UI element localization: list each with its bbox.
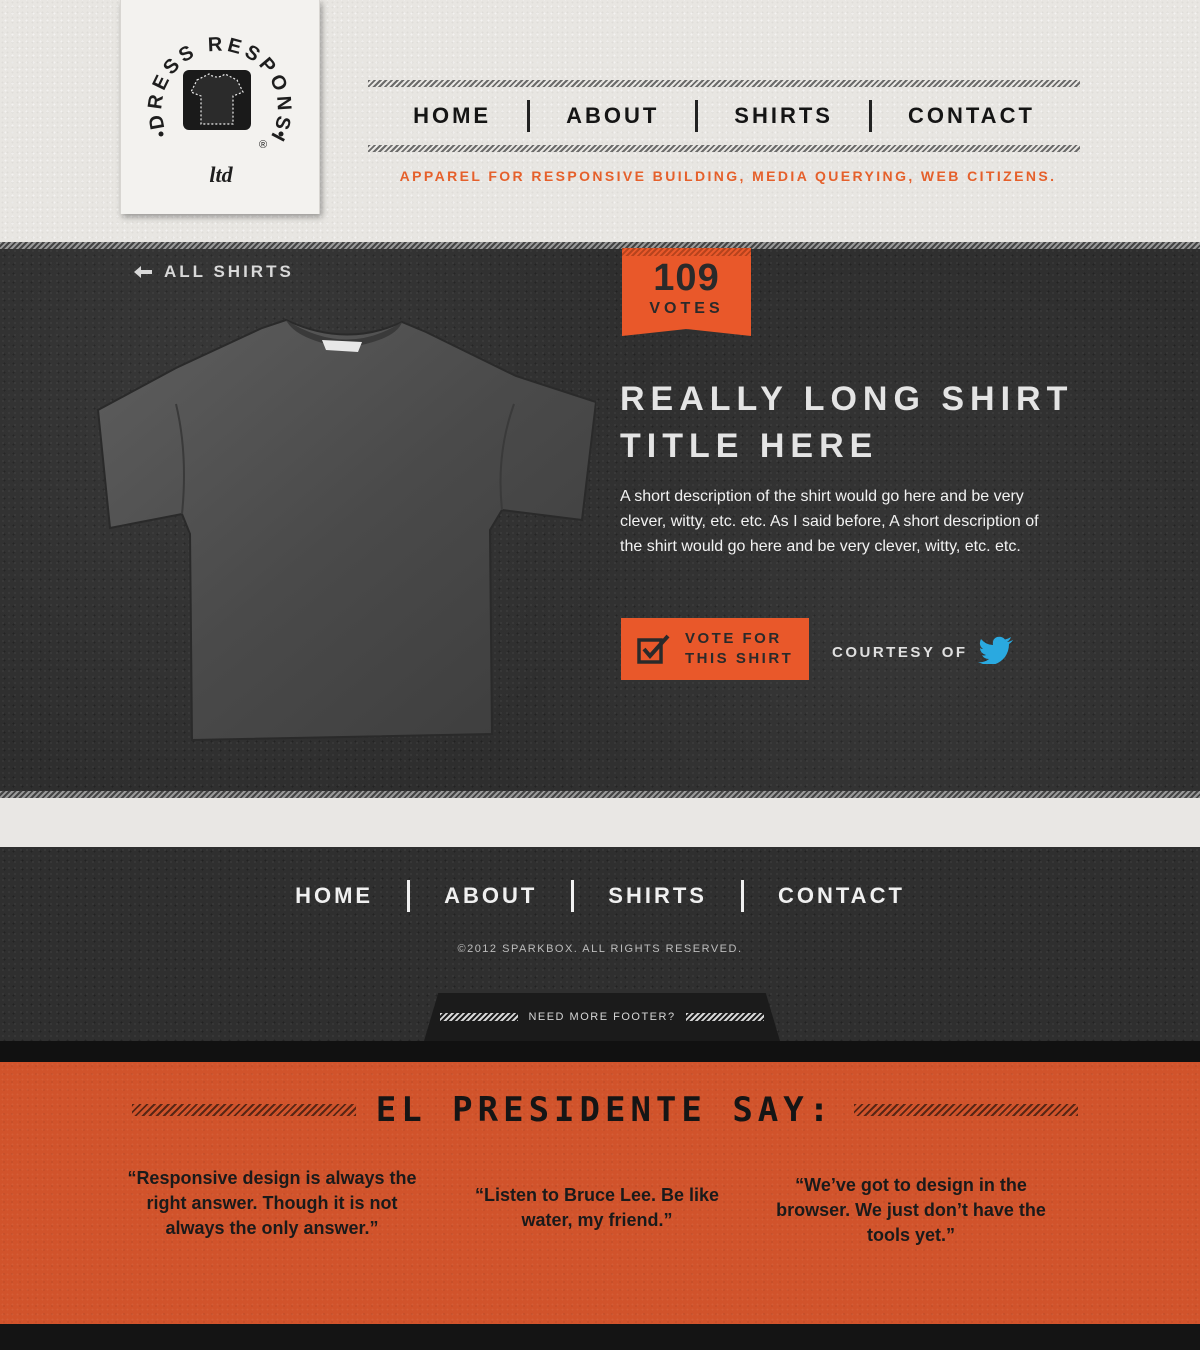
tshirt-image bbox=[96, 318, 596, 742]
footer-divider-band bbox=[0, 1041, 1200, 1062]
nav-divider bbox=[695, 100, 699, 132]
quotes-heading: EL PRESIDENTE SAY: bbox=[375, 1090, 835, 1130]
arrow-left-icon bbox=[134, 266, 152, 278]
quotes-section: EL PRESIDENTE SAY: “Responsive design is… bbox=[0, 1062, 1200, 1324]
nav-divider bbox=[527, 100, 531, 132]
courtesy-label: COURTESY OF bbox=[832, 643, 968, 661]
nav-hatch-bottom bbox=[368, 145, 1080, 152]
need-more-footer-tab[interactable]: NEED MORE FOOTER? bbox=[424, 993, 780, 1041]
all-shirts-link[interactable]: ALL SHIRTS bbox=[134, 262, 294, 282]
copyright: ©2012 SPARKBOX. ALL RIGHTS RESERVED. bbox=[457, 943, 743, 955]
top-nav: HOME ABOUT SHIRTS CONTACT bbox=[368, 87, 1080, 145]
footer-nav-about[interactable]: ABOUT bbox=[444, 883, 537, 909]
footer-nav-home[interactable]: HOME bbox=[295, 883, 373, 909]
logo-registered-mark: ® bbox=[259, 139, 267, 151]
need-more-footer-label: NEED MORE FOOTER? bbox=[528, 1011, 676, 1023]
shirt-title: REALLY LONG SHIRT TITLE HERE bbox=[620, 380, 1074, 465]
site-footer: HOME ABOUT SHIRTS CONTACT ©2012 SPARKBOX… bbox=[0, 847, 1200, 1041]
quote-1: “Responsive design is always the right a… bbox=[127, 1168, 417, 1238]
site-header: DRESS RESPONSIVELY ® ltd HOME ABOUT SHIR… bbox=[0, 0, 1200, 242]
twitter-bird-icon[interactable] bbox=[977, 636, 1014, 668]
site-tagline: APPAREL FOR RESPONSIVE BUILDING, MEDIA Q… bbox=[399, 168, 1057, 184]
logo[interactable]: DRESS RESPONSIVELY ® ltd bbox=[120, 0, 320, 214]
footer-nav-shirts[interactable]: SHIRTS bbox=[608, 883, 707, 909]
footer-nav-contact[interactable]: CONTACT bbox=[778, 883, 905, 909]
quote-3: “We’ve got to design in the browser. We … bbox=[776, 1175, 1046, 1245]
logo-badge-icon: DRESS RESPONSIVELY ® ltd bbox=[131, 16, 291, 187]
logo-subtext: ltd bbox=[209, 162, 233, 187]
top-nav-container: HOME ABOUT SHIRTS CONTACT bbox=[368, 80, 1080, 152]
votes-badge: 109 VOTES bbox=[622, 248, 751, 336]
footer-nav-divider bbox=[407, 880, 411, 912]
vote-button-line2: THIS SHIRT bbox=[685, 650, 794, 667]
quote-2: “Listen to Bruce Lee. Be like water, my … bbox=[474, 1185, 720, 1230]
votes-count: 109 bbox=[653, 257, 720, 299]
nav-shirts[interactable]: SHIRTS bbox=[734, 103, 833, 129]
product-section: ALL SHIRTS 109 VOTES REALLY LONG SHIRT T… bbox=[0, 242, 1200, 798]
courtesy-of: COURTESY OF bbox=[832, 636, 1014, 668]
footer-nav-divider bbox=[571, 880, 575, 912]
vote-button-line1: VOTE FOR bbox=[685, 630, 782, 647]
all-shirts-label: ALL SHIRTS bbox=[164, 262, 294, 281]
checkbox-checked-icon bbox=[637, 634, 670, 664]
vote-for-shirt-button[interactable]: VOTE FOR THIS SHIRT bbox=[621, 618, 809, 680]
section-hatch-top bbox=[0, 242, 1200, 249]
nav-home[interactable]: HOME bbox=[413, 103, 491, 129]
shirt-description: A short description of the shirt would g… bbox=[620, 488, 1039, 555]
footer-nav-divider bbox=[740, 880, 744, 912]
section-hatch-bottom bbox=[0, 791, 1200, 798]
votes-label: VOTES bbox=[649, 300, 724, 317]
nav-hatch-top bbox=[368, 80, 1080, 87]
nav-about[interactable]: ABOUT bbox=[566, 103, 659, 129]
nav-contact[interactable]: CONTACT bbox=[908, 103, 1035, 129]
footer-nav: HOME ABOUT SHIRTS CONTACT bbox=[0, 875, 1200, 917]
page-bottom-band bbox=[0, 1324, 1200, 1350]
nav-divider bbox=[868, 100, 872, 132]
